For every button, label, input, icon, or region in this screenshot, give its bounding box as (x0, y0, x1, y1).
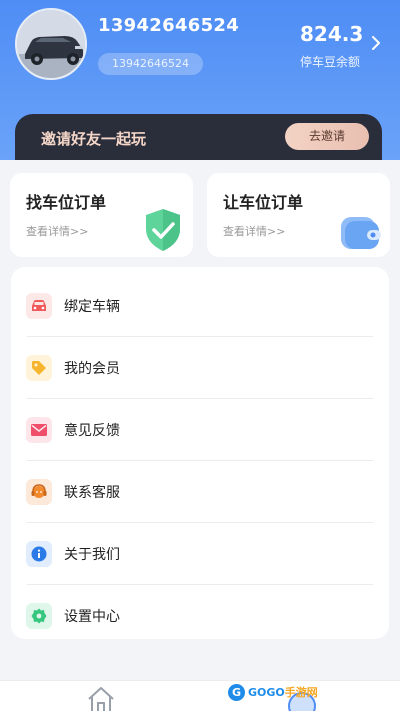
order-title: 让车位订单 (223, 193, 304, 212)
watermark-g: G (228, 683, 245, 701)
menu-item-customer-service[interactable]: 联系客服 (11, 461, 389, 523)
wallet-icon (341, 217, 381, 249)
menu-label: 我的会员 (64, 361, 120, 377)
menu-item-membership[interactable]: 我的会员 (11, 337, 389, 399)
give-spot-order-card[interactable]: 让车位订单 查看详情>> (207, 173, 390, 257)
order-detail-link[interactable]: 查看详情>> (223, 223, 285, 239)
menu-item-feedback[interactable]: 意见反馈 (11, 399, 389, 461)
car-icon (26, 293, 52, 319)
home-icon[interactable] (86, 685, 116, 711)
menu-label: 绑定车辆 (64, 299, 120, 315)
invite-banner[interactable]: 邀请好友一起玩 去邀请 (15, 114, 382, 164)
chevron-right-icon[interactable] (367, 34, 385, 52)
menu-list: 绑定车辆 我的会员 意见反馈 联系客服 关于我们 设置中心 (11, 267, 389, 639)
watermark-logo: G GOGO手游网 (228, 682, 320, 702)
user-phone: 13942646524 (98, 15, 240, 36)
car-photo-icon (17, 10, 85, 78)
order-detail-link[interactable]: 查看详情>> (26, 223, 88, 239)
tag-icon (26, 355, 52, 381)
menu-label: 设置中心 (64, 609, 120, 625)
menu-item-settings[interactable]: 设置中心 (11, 585, 389, 647)
invite-button[interactable]: 去邀请 (285, 123, 369, 150)
balance-value[interactable]: 824.3 (300, 22, 363, 46)
shield-check-icon (146, 209, 180, 251)
avatar[interactable] (15, 8, 87, 80)
menu-label: 联系客服 (64, 485, 120, 501)
gear-icon (26, 603, 52, 629)
balance-label[interactable]: 停车豆余额 (296, 53, 364, 70)
headset-icon (26, 479, 52, 505)
main-content: 找车位订单 查看详情>> 让车位订单 查看详情>> 绑定车辆 我的会员 意见反馈… (0, 160, 400, 680)
menu-label: 意见反馈 (64, 423, 120, 439)
menu-item-about-us[interactable]: 关于我们 (11, 523, 389, 585)
menu-item-bind-car[interactable]: 绑定车辆 (11, 275, 389, 337)
menu-label: 关于我们 (64, 547, 120, 563)
mail-icon (26, 417, 52, 443)
order-title: 找车位订单 (26, 193, 107, 212)
bottom-tab-bar (0, 680, 400, 711)
user-id-pill: 13942646524 (98, 53, 203, 75)
invite-text: 邀请好友一起玩 (41, 130, 147, 148)
profile-header: 13942646524 13942646524 824.3 停车豆余额 邀请好友… (0, 0, 400, 164)
find-spot-order-card[interactable]: 找车位订单 查看详情>> (10, 173, 193, 257)
watermark-text: GOGO手游网 (248, 686, 318, 699)
info-icon (26, 541, 52, 567)
